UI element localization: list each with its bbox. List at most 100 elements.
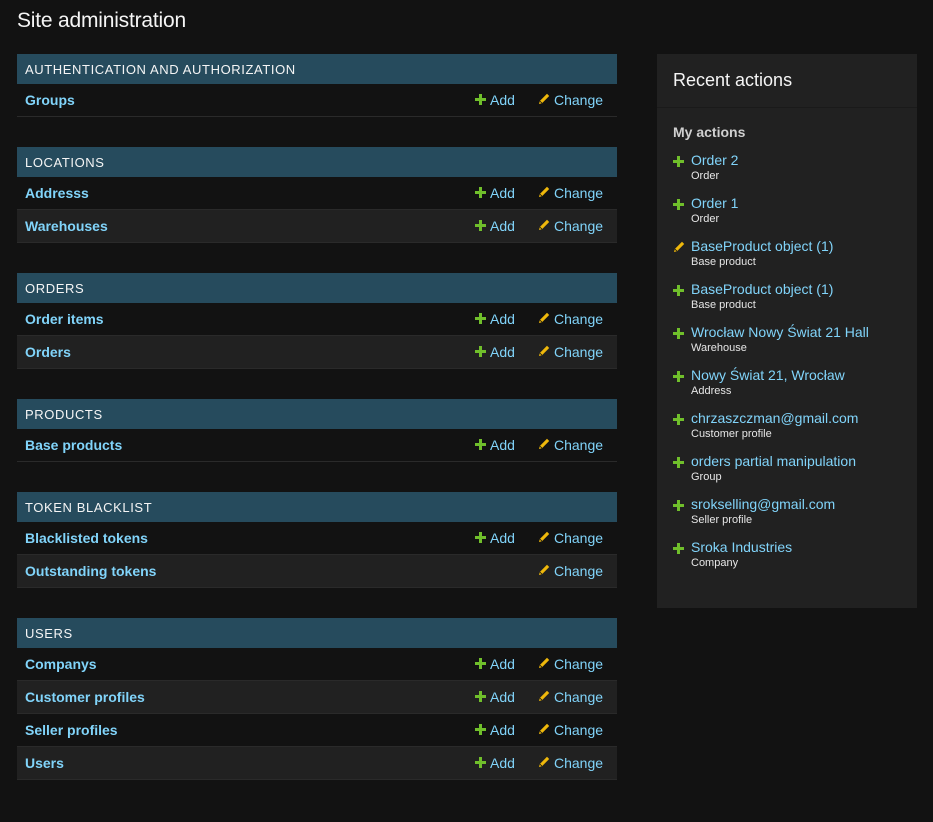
- plus-icon: [673, 154, 684, 172]
- model-link[interactable]: Base products: [25, 429, 122, 462]
- recent-action-type: Warehouse: [691, 342, 747, 354]
- recent-action-item: BaseProduct object (1) Base product: [657, 279, 917, 322]
- pencil-icon: [538, 555, 550, 588]
- add-label: Add: [490, 689, 515, 705]
- plus-icon: [475, 429, 486, 462]
- model-link[interactable]: Addresss: [25, 177, 89, 210]
- app-module: LOCATIONS Addresss Add Change Warehouses Add C…: [17, 147, 617, 243]
- plus-icon: [475, 336, 486, 369]
- pencil-icon: [538, 681, 550, 714]
- app-caption[interactable]: LOCATIONS: [17, 147, 617, 177]
- recent-actions-panel: Recent actions My actions Order 2 Order Or…: [657, 54, 917, 608]
- change-label: Change: [554, 92, 604, 108]
- model-link[interactable]: Orders: [25, 336, 71, 369]
- recent-action-link[interactable]: chrzaszczman@gmail.com: [691, 408, 917, 428]
- change-button[interactable]: Change: [538, 84, 603, 118]
- model-link[interactable]: Blacklisted tokens: [25, 522, 148, 555]
- add-button[interactable]: Add: [475, 336, 515, 370]
- change-button[interactable]: Change: [538, 648, 603, 682]
- change-button[interactable]: Change: [538, 336, 603, 370]
- plus-icon: [475, 210, 486, 243]
- add-button[interactable]: Add: [475, 429, 515, 463]
- plus-icon: [673, 326, 684, 344]
- recent-action-item: chrzaszczman@gmail.com Customer profile: [657, 408, 917, 451]
- recent-action-type: Base product: [691, 256, 756, 268]
- change-label: Change: [554, 722, 604, 738]
- app-caption[interactable]: ORDERS: [17, 273, 617, 303]
- recent-action-link[interactable]: Order 1: [691, 193, 917, 213]
- pencil-icon: [538, 429, 550, 462]
- recent-action-type: Order: [691, 170, 720, 182]
- add-label: Add: [490, 311, 515, 327]
- change-label: Change: [554, 218, 604, 234]
- change-label: Change: [554, 563, 604, 579]
- change-label: Change: [554, 344, 604, 360]
- app-caption[interactable]: PRODUCTS: [17, 399, 617, 429]
- model-link[interactable]: Seller profiles: [25, 714, 118, 747]
- recent-action-link[interactable]: BaseProduct object (1): [691, 279, 917, 299]
- model-row: Customer profiles Add Change: [17, 681, 617, 714]
- plus-icon: [475, 84, 486, 117]
- plus-icon: [673, 412, 684, 430]
- my-actions-title: My actions: [673, 124, 746, 140]
- add-label: Add: [490, 344, 515, 360]
- pencil-icon: [538, 336, 550, 369]
- change-button[interactable]: Change: [538, 681, 603, 715]
- pencil-icon: [538, 747, 550, 780]
- recent-action-link[interactable]: Sroka Industries: [691, 537, 917, 557]
- change-button[interactable]: Change: [538, 210, 603, 244]
- recent-action-link[interactable]: Order 2: [691, 150, 917, 170]
- recent-action-link[interactable]: BaseProduct object (1): [691, 236, 917, 256]
- change-button[interactable]: Change: [538, 555, 603, 589]
- model-link[interactable]: Order items: [25, 303, 104, 336]
- recent-action-type: Order: [691, 213, 720, 225]
- change-button[interactable]: Change: [538, 747, 603, 781]
- admin-page: Site administration AUTHENTICATION AND A…: [0, 0, 933, 822]
- app-module: ORDERS Order items Add Change Orders Add Chang…: [17, 273, 617, 369]
- plus-icon: [475, 522, 486, 555]
- app-module: AUTHENTICATION AND AUTHORIZATION Groups Ad…: [17, 54, 617, 117]
- model-link[interactable]: Users: [25, 747, 64, 780]
- recent-action-type: Seller profile: [691, 514, 753, 526]
- recent-action-type: Address: [691, 385, 732, 397]
- add-button[interactable]: Add: [475, 303, 515, 337]
- pencil-icon: [538, 303, 550, 336]
- recent-action-link[interactable]: Nowy Świat 21, Wrocław: [691, 365, 917, 385]
- app-caption[interactable]: USERS: [17, 618, 617, 648]
- model-row: Users Add Change: [17, 747, 617, 780]
- plus-icon: [475, 648, 486, 681]
- recent-action-link[interactable]: orders partial manipulation: [691, 451, 917, 471]
- change-button[interactable]: Change: [538, 714, 603, 748]
- model-link[interactable]: Outstanding tokens: [25, 555, 156, 588]
- add-button[interactable]: Add: [475, 522, 515, 556]
- change-button[interactable]: Change: [538, 429, 603, 463]
- recent-action-type: Base product: [691, 299, 756, 311]
- change-button[interactable]: Change: [538, 303, 603, 337]
- recent-action-item: BaseProduct object (1) Base product: [657, 236, 917, 279]
- add-button[interactable]: Add: [475, 681, 515, 715]
- change-button[interactable]: Change: [538, 177, 603, 211]
- recent-action-link[interactable]: srokselling@gmail.com: [691, 494, 917, 514]
- add-button[interactable]: Add: [475, 210, 515, 244]
- pencil-icon: [538, 210, 550, 243]
- model-row: Orders Add Change: [17, 336, 617, 369]
- change-button[interactable]: Change: [538, 522, 603, 556]
- recent-action-item: Order 1 Order: [657, 193, 917, 236]
- model-link[interactable]: Companys: [25, 648, 97, 681]
- model-row: Addresss Add Change: [17, 177, 617, 210]
- add-button[interactable]: Add: [475, 747, 515, 781]
- add-button[interactable]: Add: [475, 648, 515, 682]
- app-caption[interactable]: TOKEN BLACKLIST: [17, 492, 617, 522]
- pencil-icon: [538, 84, 550, 117]
- pencil-icon: [538, 177, 550, 210]
- add-button[interactable]: Add: [475, 714, 515, 748]
- recent-action-link[interactable]: Wrocław Nowy Świat 21 Hall: [691, 322, 917, 342]
- recent-action-item: Wrocław Nowy Świat 21 Hall Warehouse: [657, 322, 917, 365]
- app-caption[interactable]: AUTHENTICATION AND AUTHORIZATION: [17, 54, 617, 84]
- add-button[interactable]: Add: [475, 84, 515, 118]
- add-button[interactable]: Add: [475, 177, 515, 211]
- recent-actions-title: Recent actions: [657, 54, 917, 108]
- model-link[interactable]: Customer profiles: [25, 681, 145, 714]
- model-link[interactable]: Groups: [25, 84, 75, 117]
- model-link[interactable]: Warehouses: [25, 210, 108, 243]
